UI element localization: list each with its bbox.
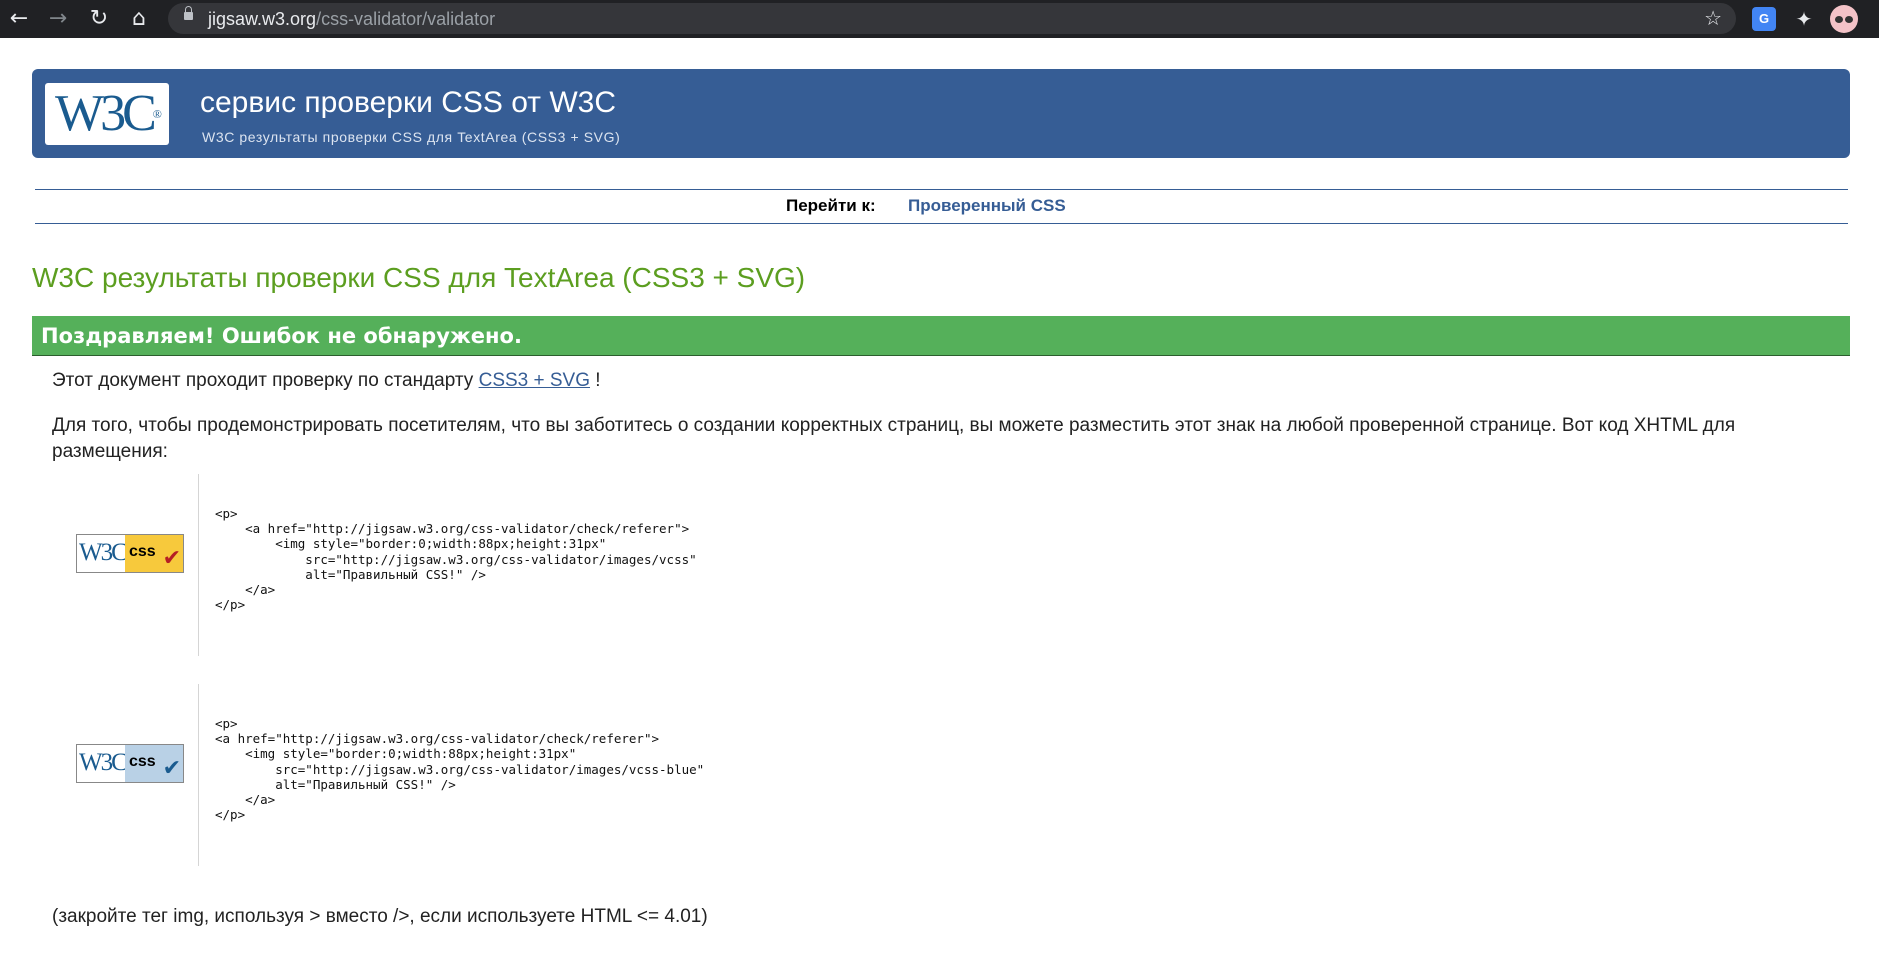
w3c-logo[interactable]: W3C® (45, 83, 169, 145)
standard-link[interactable]: CSS3 + SVG (479, 370, 590, 391)
page-subtitle: W3C результаты проверки CSS для TextArea… (202, 129, 621, 145)
code-separator (198, 684, 199, 866)
lock-icon[interactable] (184, 6, 193, 20)
jump-to-label: Перейти к: (786, 196, 876, 215)
translate-extension-icon[interactable]: G (1752, 7, 1776, 31)
valid-css-badge-blue[interactable]: W3C css ✔ (76, 744, 184, 783)
checkmark-icon: ✔ (162, 756, 181, 781)
back-icon[interactable]: ← (4, 4, 34, 34)
divider-bottom (35, 223, 1848, 224)
page-title: сервис проверки CSS от W3C (200, 86, 616, 119)
profile-avatar[interactable] (1830, 5, 1858, 33)
badge-w3c-text: W3C (79, 537, 128, 568)
address-bar[interactable]: jigsaw.w3.org/css-validator/validator ☆ (168, 3, 1736, 34)
success-message: Поздравляем! Ошибок не обнаружено. (41, 324, 522, 348)
url-host: jigsaw.w3.org (208, 9, 317, 29)
pass-statement: Этот документ проходит проверку по станд… (52, 368, 601, 394)
header-banner: W3C® сервис проверки CSS от W3C W3C резу… (32, 69, 1850, 158)
pass-text-end: ! (590, 370, 601, 391)
browser-toolbar: ← → ↻ ⌂ jigsaw.w3.org/css-validator/vali… (0, 0, 1879, 38)
bookmark-star-icon[interactable]: ☆ (1704, 6, 1722, 30)
html-note: (закройте тег img, используя > вместо />… (52, 906, 708, 927)
code-separator (198, 474, 199, 656)
url-text[interactable]: jigsaw.w3.org/css-validator/validator (208, 9, 495, 30)
badge-w3c-text: W3C (79, 747, 128, 778)
success-banner: Поздравляем! Ошибок не обнаружено. (32, 316, 1850, 356)
jump-link-validated-css[interactable]: Проверенный CSS (908, 196, 1066, 216)
w3c-logo-text: W3C® (55, 85, 162, 142)
badge-code-snippet[interactable]: <p> <a href="http://jigsaw.w3.org/css-va… (215, 506, 697, 612)
divider-top (35, 189, 1848, 190)
forward-icon[interactable]: → (43, 4, 73, 34)
badge-code-snippet[interactable]: <p> <a href="http://jigsaw.w3.org/css-va… (215, 716, 704, 822)
reload-icon[interactable]: ↻ (84, 4, 114, 34)
pass-text: Этот документ проходит проверку по станд… (52, 370, 479, 391)
badge-block-blue: W3C css ✔ <p> <a href="http://jigsaw.w3.… (52, 684, 1842, 866)
home-icon[interactable]: ⌂ (124, 4, 154, 34)
badge-intro: Для того, чтобы продемонстрировать посет… (52, 415, 1736, 462)
badge-block-gold: W3C css ✔ <p> <a href="http://jigsaw.w3.… (52, 474, 1842, 656)
extensions-puzzle-icon[interactable]: ✦ (1792, 7, 1816, 31)
checkmark-icon: ✔ (162, 546, 181, 571)
valid-css-badge-gold[interactable]: W3C css ✔ (76, 534, 184, 573)
results-heading: W3C результаты проверки CSS для TextArea… (32, 262, 806, 293)
url-path: /css-validator/validator (316, 9, 496, 29)
